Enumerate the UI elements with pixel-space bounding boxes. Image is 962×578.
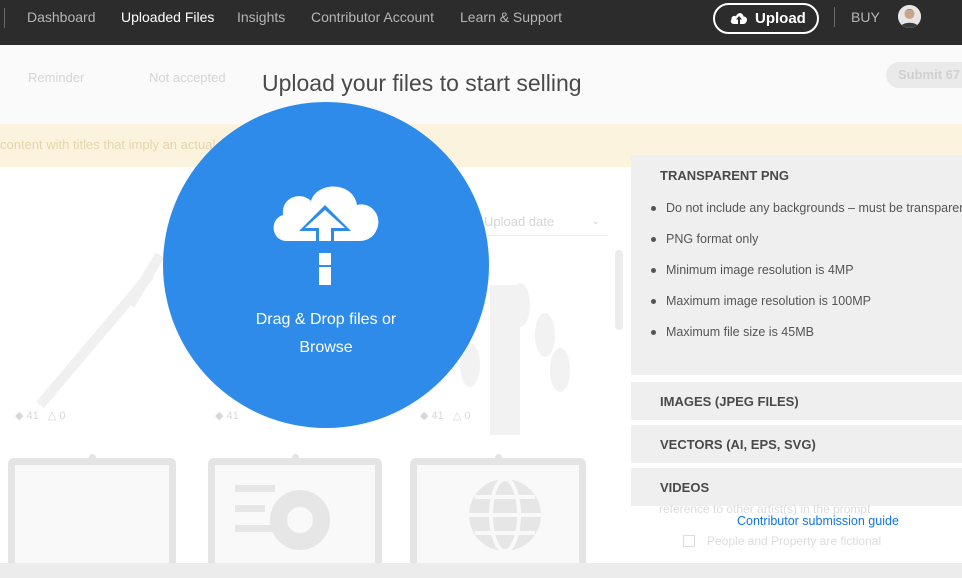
ghost-checkbox: [683, 535, 695, 547]
contributor-guide-link[interactable]: Contributor submission guide: [737, 514, 899, 528]
drop-zone-text: Drag & Drop files or Browse: [163, 306, 489, 362]
ghost-checkbox-label: People and Property are fictional: [707, 534, 882, 548]
upload-button-label: Upload: [755, 10, 806, 27]
section-videos[interactable]: VIDEOS: [631, 468, 962, 506]
list-item: PNG format only: [651, 232, 962, 263]
cloud-upload-icon: [730, 13, 748, 24]
bg-sort-label: Upload date: [484, 214, 555, 229]
bg-globe-card: [410, 454, 586, 578]
buy-link[interactable]: BUY: [851, 9, 880, 25]
upload-cloud-icon: [273, 186, 379, 285]
section-title-transparent-png[interactable]: TRANSPARENT PNG: [660, 168, 789, 183]
gear-icon: [235, 485, 330, 550]
list-item: Minimum image resolution is 4MP: [651, 263, 962, 294]
bg-tablet-card: [8, 454, 176, 578]
bg-thumb-meta-2: ◆ 41: [215, 410, 239, 422]
drop-zone-line1: Drag & Drop files or: [255, 311, 397, 328]
nav-link-dashboard[interactable]: Dashboard: [27, 9, 96, 25]
avatar-image: [898, 5, 921, 28]
nav-link-insights[interactable]: Insights: [237, 9, 285, 25]
modal-title: Upload your files to start selling: [262, 70, 582, 96]
nav-link-contributor-account[interactable]: Contributor Account: [311, 9, 434, 25]
nav-link-learn-support[interactable]: Learn & Support: [460, 9, 562, 25]
list-item: Do not include any backgrounds – must be…: [651, 201, 962, 232]
top-navigation: Dashboard Uploaded Files Insights Contri…: [0, 0, 962, 45]
chevron-down-icon: ⌄: [591, 216, 600, 227]
section-vectors[interactable]: VECTORS (AI, EPS, SVG): [631, 425, 962, 463]
bg-toothbrush-head: [125, 252, 165, 308]
bg-banner-text: content with titles that imply an actual: [0, 137, 216, 152]
bg-tab-not-accepted: Not accepted: [149, 70, 226, 85]
section-transparent-png: TRANSPARENT PNG Do not include any backg…: [631, 155, 962, 375]
section-title-images: IMAGES (JPEG FILES): [660, 394, 799, 409]
bg-thumb-meta-1: ◆ 41 △ 0: [15, 410, 66, 422]
globe-icon: [469, 477, 541, 553]
nav-divider: [834, 7, 835, 27]
bg-settings-card: [208, 454, 382, 578]
section-title-videos: VIDEOS: [660, 480, 710, 495]
avatar[interactable]: [898, 5, 921, 28]
section-images[interactable]: IMAGES (JPEG FILES): [631, 382, 962, 420]
list-item: Maximum file size is 45MB: [651, 325, 962, 356]
section-title-vectors: VECTORS (AI, EPS, SVG): [660, 437, 816, 452]
nav-link-uploaded-files[interactable]: Uploaded Files: [121, 9, 214, 25]
drop-zone[interactable]: Drag & Drop files or Browse: [163, 102, 489, 428]
bottom-strip: [0, 563, 962, 578]
upload-button[interactable]: Upload: [713, 3, 819, 34]
bg-thumb-meta-3: ◆ 41 △ 0: [420, 410, 471, 422]
png-requirements-list: Do not include any backgrounds – must be…: [651, 201, 962, 356]
bg-submit-button: Submit 67: [886, 62, 962, 88]
bg-tab-reminder: Reminder: [28, 70, 85, 85]
browse-link[interactable]: Browse: [163, 334, 489, 362]
list-item: Maximum image resolution is 100MP: [651, 294, 962, 325]
nav-edge-divider: [4, 8, 5, 28]
bg-sort-select: Upload date ⌄: [468, 210, 608, 236]
